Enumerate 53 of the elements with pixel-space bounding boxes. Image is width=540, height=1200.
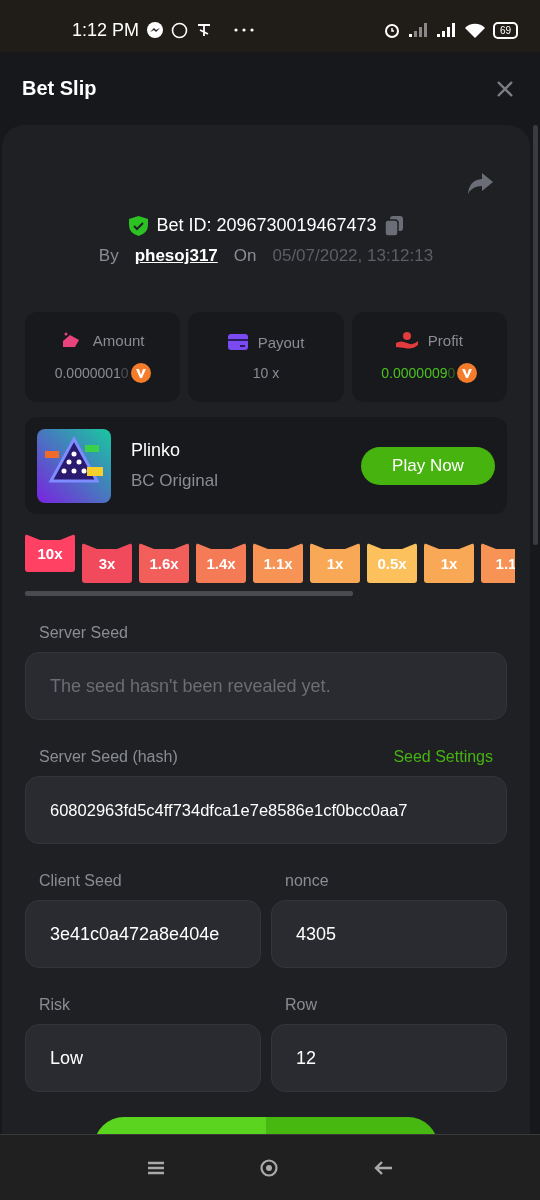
input-field[interactable]: 3e41c0a472a8e404e	[25, 900, 261, 968]
menu-button[interactable]	[148, 1160, 164, 1175]
coin-icon	[457, 363, 478, 383]
back-button[interactable]	[374, 1159, 392, 1176]
messenger-icon	[147, 22, 164, 38]
signal-icon	[408, 23, 429, 37]
status-time: 1:12 PM	[72, 19, 140, 41]
game-provider: BC Original	[131, 471, 219, 491]
seed-settings-link[interactable]: Seed Settings	[393, 748, 493, 766]
server-seed-hash-field[interactable]: 60802963fd5c4ff734dfca1e7e8586e1cf0bcc0aa7	[25, 776, 507, 844]
wifi-icon	[464, 22, 485, 38]
hand-person-icon	[395, 331, 418, 349]
input-field[interactable]: 12	[271, 1024, 507, 1092]
field-label: nonce	[284, 872, 330, 890]
multiplier-tile: 3x	[82, 543, 132, 583]
scrollbar[interactable]	[25, 591, 353, 596]
copy-icon[interactable]	[384, 215, 403, 236]
multiplier-tile: 1.4x	[196, 543, 246, 583]
by-label: By	[98, 246, 119, 266]
field-label: Row	[284, 996, 318, 1014]
stat-value: 10 x	[252, 364, 280, 381]
field-label: Risk	[38, 996, 72, 1014]
home-button[interactable]	[260, 1158, 278, 1177]
card-icon	[227, 334, 248, 350]
field-label: Server Seed	[39, 624, 128, 642]
stat-label: Payout	[257, 333, 305, 351]
bet-date: 05/07/2022, 13:12:13	[272, 246, 434, 266]
input-field[interactable]: Low	[25, 1024, 261, 1092]
shield-check-icon	[129, 215, 149, 236]
battery-icon: 69	[492, 21, 518, 39]
signal-icon	[436, 23, 457, 37]
server-seed-field[interactable]: The seed hasn't been revealed yet.	[25, 652, 507, 720]
multiplier-tile: 1x	[424, 543, 474, 583]
multiplier-tile: 1.1x	[253, 543, 303, 583]
field-label: Server Seed (hash)	[39, 748, 178, 766]
coin-icon	[130, 363, 151, 383]
scrollbar[interactable]	[533, 125, 538, 545]
multiplier-tile: 0.5x	[367, 543, 417, 583]
alarm-icon	[382, 21, 401, 39]
username-link[interactable]: phesoj317	[134, 246, 218, 266]
stat-label: Profit	[427, 331, 463, 349]
stat-label: Amount	[92, 331, 145, 349]
more-icon	[234, 28, 255, 32]
stat-value: 0.00000090	[381, 365, 456, 381]
on-label: On	[233, 246, 257, 266]
sheet-title: Bet Slip	[22, 77, 97, 100]
multiplier-tile: 1x	[310, 543, 360, 583]
bet-id: Bet ID: 2096730019467473	[156, 215, 377, 236]
field-label: Client Seed	[38, 872, 123, 890]
input-field[interactable]: 4305	[271, 900, 507, 968]
multiplier-tile: 1.6x	[139, 543, 189, 583]
game-name: Plinko	[131, 440, 182, 461]
multiplier-tile: 10x	[25, 534, 75, 572]
